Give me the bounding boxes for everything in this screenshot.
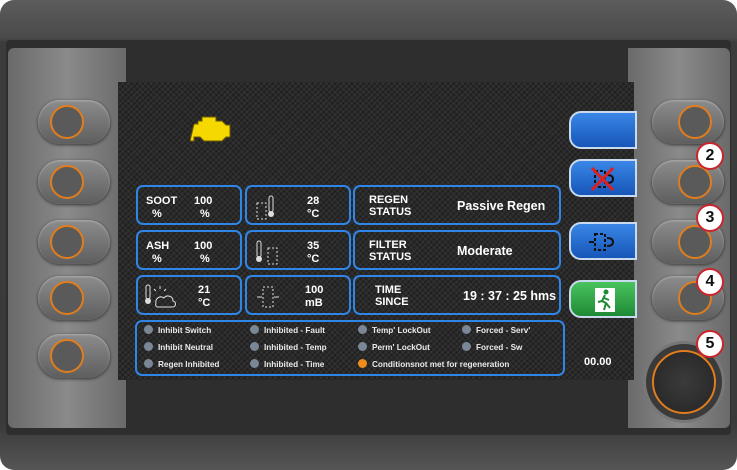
right-soft-key-1[interactable]: [652, 100, 724, 144]
ambient-temp-panel: 21 °C: [136, 275, 242, 315]
inlet-temp-value: 28: [307, 195, 320, 207]
soft-button-exit[interactable]: [569, 280, 637, 318]
indicator-regen-inhibited: Regen Inhibited: [144, 359, 219, 369]
callout-2: 2: [696, 142, 724, 170]
time-since-panel: TIME SINCE 19 : 37 : 25 hms: [353, 275, 561, 315]
indicator-perm-lockout: Perm' LockOut: [358, 342, 430, 352]
indicator-temp-lockout: Temp' LockOut: [358, 325, 431, 335]
callout-5: 5: [696, 330, 724, 358]
ash-unit-right: %: [200, 253, 210, 265]
time-since-label-1: TIME: [375, 284, 402, 296]
pressure-panel: 100 mB: [245, 275, 351, 315]
ring-icon: [50, 281, 84, 315]
regen-status-panel: REGEN STATUS Passive Regen: [353, 185, 561, 225]
ash-value: 100: [194, 240, 213, 252]
time-since-label-2: SINCE: [375, 296, 409, 308]
indicator-inhibited-time: Inhibited - Time: [250, 359, 324, 369]
filter-status-label-1: FILTER: [369, 239, 407, 251]
inlet-temp-panel: 28 °C: [245, 185, 351, 225]
ambient-weather-icon: [145, 284, 176, 308]
ring-icon: [50, 225, 84, 259]
engine-warning-icon: [190, 116, 231, 142]
indicator-conditions-not-met: Conditionsnot met for regeneration: [358, 359, 509, 369]
active-status-dot-icon: [358, 359, 367, 368]
status-dot-icon: [250, 342, 259, 351]
status-dot-icon: [144, 325, 153, 334]
indicator-forced-serv: Forced - Serv': [462, 325, 530, 335]
ash-panel: ASH 100 % %: [136, 230, 242, 270]
display-device: SOOT 100 % % 28 °C REGEN STATUS Passive …: [0, 0, 737, 470]
filter-pressure-icon: [257, 286, 279, 308]
soot-label: SOOT: [146, 195, 178, 207]
ring-icon: [50, 105, 84, 139]
filter-outlet-temp-icon: [256, 240, 278, 265]
status-dot-icon: [250, 325, 259, 334]
status-dot-icon: [144, 342, 153, 351]
ring-icon: [50, 339, 84, 373]
time-since-value: 19 : 37 : 25 hms: [463, 289, 557, 303]
ring-icon: [678, 165, 712, 199]
regen-status-value: Passive Regen: [457, 199, 546, 213]
status-dot-icon: [462, 342, 471, 351]
indicator-inhibited-fault: Inhibited - Fault: [250, 325, 325, 335]
ash-unit-left: %: [152, 253, 162, 265]
regen-status-label-1: REGEN: [369, 194, 409, 206]
soft-button-blank[interactable]: [569, 111, 637, 149]
ambient-temp-unit: °C: [198, 297, 211, 309]
inlet-temp-unit: °C: [307, 208, 320, 220]
indicator-forced-sw: Forced - Sw: [462, 342, 522, 352]
left-soft-key-3[interactable]: [38, 220, 110, 264]
filter-status-panel: FILTER STATUS Moderate: [353, 230, 561, 270]
regen-status-label-2: STATUS: [369, 206, 412, 218]
counter-readout: 00.00: [584, 356, 612, 368]
callout-3: 3: [696, 204, 724, 232]
soft-button-start-regen[interactable]: [569, 222, 637, 260]
status-dot-icon: [358, 325, 367, 334]
regen-cancel-icon: [590, 166, 615, 192]
soot-unit-right: %: [200, 208, 210, 220]
status-dot-icon: [358, 342, 367, 351]
left-soft-key-1[interactable]: [38, 100, 110, 144]
left-soft-key-2[interactable]: [38, 160, 110, 204]
pressure-unit: mB: [305, 297, 323, 309]
soot-unit-left: %: [152, 208, 162, 220]
exit-icon: [595, 288, 615, 312]
outlet-temp-panel: 35 °C: [245, 230, 351, 270]
pressure-value: 100: [305, 284, 324, 296]
soot-value: 100: [194, 195, 213, 207]
soot-panel: SOOT 100 % %: [136, 185, 242, 225]
knob-ring-icon: [652, 350, 716, 414]
ambient-temp-value: 21: [198, 284, 211, 296]
outlet-temp-value: 35: [307, 240, 320, 252]
indicator-inhibit-neutral: Inhibit Neutral: [144, 342, 213, 352]
status-dot-icon: [144, 359, 153, 368]
ring-icon: [50, 165, 84, 199]
filter-status-value: Moderate: [457, 244, 513, 258]
indicator-inhibit-switch: Inhibit Switch: [144, 325, 211, 335]
outlet-temp-unit: °C: [307, 253, 320, 265]
callout-4: 4: [696, 268, 724, 296]
filter-status-label-2: STATUS: [369, 251, 412, 263]
soft-button-stop-regen[interactable]: [569, 159, 637, 197]
status-dot-icon: [250, 359, 259, 368]
filter-inlet-temp-icon: [256, 195, 274, 220]
status-dot-icon: [462, 325, 471, 334]
regen-start-icon: [589, 233, 615, 251]
indicator-inhibited-temp: Inhibited - Temp: [250, 342, 327, 352]
ash-label: ASH: [146, 240, 170, 252]
left-soft-key-4[interactable]: [38, 276, 110, 320]
left-soft-key-5[interactable]: [38, 334, 110, 378]
ring-icon: [678, 105, 712, 139]
